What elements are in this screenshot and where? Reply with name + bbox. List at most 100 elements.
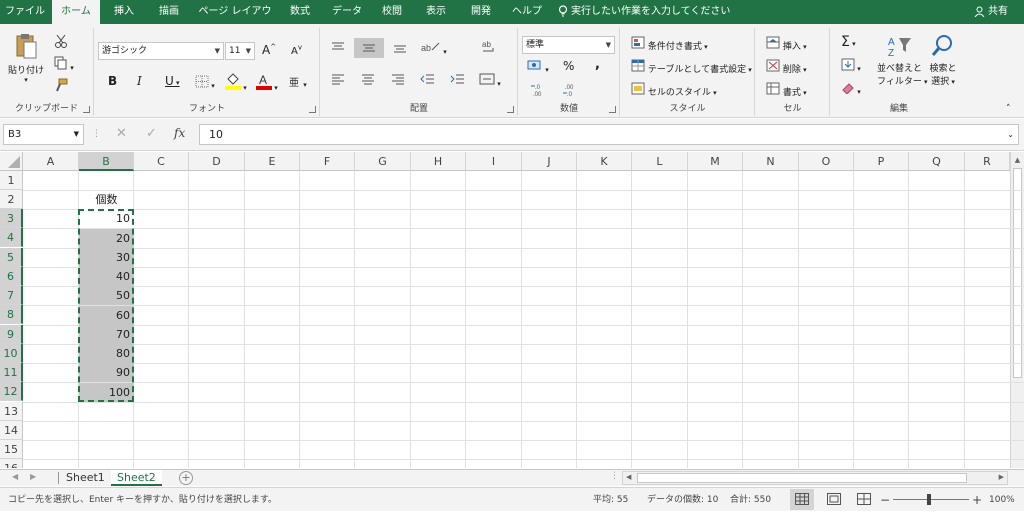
find-select-button[interactable]: 検索と 選択 ▾ [925, 34, 961, 87]
enter-icon[interactable]: ✓ [146, 126, 157, 141]
italic-button[interactable]: I [137, 74, 142, 88]
row-header-14[interactable]: 14 [0, 421, 23, 440]
column-header-i[interactable]: I [466, 152, 522, 171]
fill-color-button[interactable]: ▾ [225, 72, 247, 93]
share-button[interactable]: 共有 [974, 0, 1008, 24]
column-header-f[interactable]: F [300, 152, 355, 171]
column-header-d[interactable]: D [189, 152, 245, 171]
phonetic-button[interactable]: 亜 ▾ [289, 75, 307, 90]
dialog-launcher-icon[interactable] [309, 106, 316, 113]
merge-center-button[interactable]: ▾ [479, 72, 501, 89]
normal-view-button[interactable] [790, 489, 814, 510]
column-header-a[interactable]: A [23, 152, 79, 171]
sort-filter-button[interactable]: AZ 並べ替えと フィルター ▾ [877, 34, 928, 87]
row-header-13[interactable]: 13 [0, 402, 23, 421]
format-cells-button[interactable]: 書式 ▾ [766, 82, 807, 98]
sheet-nav-prev-icon[interactable]: ◀ [12, 472, 18, 481]
bold-button[interactable]: B [108, 74, 117, 88]
cut-button[interactable] [54, 34, 68, 51]
autosum-button[interactable]: Σ ▾ [841, 34, 856, 50]
zoom-in-icon[interactable]: + [972, 488, 982, 512]
tab-home[interactable]: ホーム [52, 0, 100, 24]
tab-developer[interactable]: 開発 [460, 0, 502, 24]
tab-page-layout[interactable]: ページ レイアウト [196, 0, 274, 41]
zoom-slider-thumb[interactable] [927, 494, 931, 505]
zoom-slider[interactable] [893, 494, 969, 505]
column-header-b[interactable]: B [79, 152, 134, 171]
row-header-6[interactable]: 6 [0, 267, 23, 286]
status-count[interactable]: データの個数: 10 [647, 488, 718, 512]
status-average[interactable]: 平均: 55 [593, 488, 628, 512]
orientation-button[interactable]: ab ▾ [421, 40, 447, 57]
cancel-icon[interactable]: ✕ [116, 126, 127, 141]
row-header-16[interactable]: 16 [0, 459, 23, 468]
row-header-3[interactable]: 3 [0, 209, 23, 228]
row-header-7[interactable]: 7 [0, 286, 23, 305]
paste-button[interactable]: 貼り付け ▾ [8, 32, 44, 84]
column-header-k[interactable]: K [577, 152, 632, 171]
accounting-format-button[interactable]: ▾ [527, 59, 549, 75]
row-header-8[interactable]: 8 [0, 305, 23, 324]
cell-styles-button[interactable]: セルのスタイル ▾ [631, 82, 717, 98]
tab-split-grip-icon[interactable]: ⋮ [610, 471, 619, 481]
clear-button[interactable]: ▾ [841, 81, 861, 97]
sheet-nav-next-icon[interactable]: ▶ [30, 472, 36, 481]
column-header-o[interactable]: O [799, 152, 854, 171]
column-header-q[interactable]: Q [909, 152, 965, 171]
row-header-2[interactable]: 2 [0, 190, 23, 209]
select-all-corner[interactable] [0, 152, 23, 171]
sheet-tab-sheet1[interactable]: Sheet1 [60, 470, 111, 486]
format-painter-button[interactable] [54, 78, 68, 95]
tab-review[interactable]: 校閲 [372, 0, 412, 24]
horizontal-scrollbar[interactable]: ◀ ▶ [622, 471, 1008, 485]
horizontal-scroll-thumb[interactable] [637, 473, 967, 483]
conditional-formatting-button[interactable]: 条件付き書式 ▾ [631, 36, 708, 52]
status-sum[interactable]: 合計: 550 [730, 488, 771, 512]
column-header-r[interactable]: R [965, 152, 1010, 171]
borders-button[interactable]: ▾ [195, 75, 215, 91]
tab-help[interactable]: ヘルプ [506, 0, 548, 24]
tab-view[interactable]: 表示 [416, 0, 456, 24]
row-header-15[interactable]: 15 [0, 440, 23, 459]
insert-cells-button[interactable]: 挿入 ▾ [766, 36, 807, 52]
dialog-launcher-icon[interactable] [83, 106, 90, 113]
name-box[interactable]: B3 ▼ [3, 124, 84, 145]
scroll-right-icon[interactable]: ▶ [999, 473, 1004, 481]
scroll-left-icon[interactable]: ◀ [626, 473, 631, 481]
sheet-tab-sheet2[interactable]: Sheet2 [111, 470, 162, 486]
tab-formulas[interactable]: 数式 [280, 0, 320, 24]
worksheet-grid[interactable]: A B C D E F G H I J K L M N O P Q R ▲ 1 [0, 152, 1024, 468]
page-layout-view-button[interactable] [822, 489, 846, 510]
percent-button[interactable]: % [563, 59, 574, 73]
column-header-h[interactable]: H [411, 152, 466, 171]
row-header-9[interactable]: 9 [0, 325, 23, 344]
font-name-select[interactable]: 游ゴシック ▼ [98, 42, 224, 60]
collapse-ribbon-button[interactable]: ˄ [1006, 104, 1011, 114]
zoom-out-icon[interactable]: − [880, 488, 890, 512]
column-header-l[interactable]: L [632, 152, 688, 171]
row-header-11[interactable]: 11 [0, 363, 23, 382]
formula-bar-grip[interactable]: ⋮ [92, 129, 101, 139]
cell-b2-header[interactable]: 個数 [79, 190, 134, 209]
add-sheet-button[interactable]: + [179, 471, 193, 485]
comma-button[interactable]: , [595, 57, 600, 72]
align-center-button[interactable] [359, 72, 377, 89]
column-header-j[interactable]: J [522, 152, 577, 171]
delete-cells-button[interactable]: 削除 ▾ [766, 59, 807, 75]
row-header-4[interactable]: 4 [0, 228, 23, 247]
row-header-5[interactable]: 5 [0, 248, 23, 267]
format-as-table-button[interactable]: テーブルとして書式設定 ▾ [631, 59, 752, 75]
tab-draw[interactable]: 描画 [148, 0, 190, 24]
page-break-view-button[interactable] [852, 489, 876, 510]
scroll-up-icon[interactable]: ▲ [1011, 156, 1024, 164]
number-format-select[interactable]: 標準 ▼ [522, 36, 615, 54]
dialog-launcher-icon[interactable] [609, 106, 616, 113]
align-top-button[interactable] [329, 40, 347, 57]
font-color-button[interactable]: A ▾ [256, 72, 278, 93]
row-header-1[interactable]: 1 [0, 171, 23, 190]
underline-button[interactable]: U ▾ [165, 74, 180, 88]
fill-button[interactable]: ▾ [841, 58, 861, 74]
decrease-font-size-button[interactable]: Av [291, 44, 302, 57]
align-bottom-button[interactable] [391, 40, 409, 57]
wrap-text-button[interactable]: ab [481, 40, 497, 57]
